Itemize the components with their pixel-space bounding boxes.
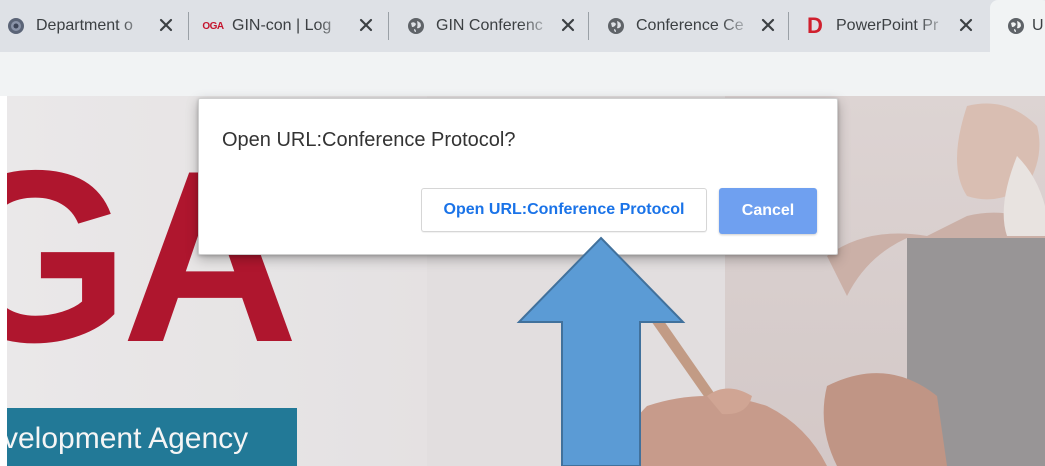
tab-separator [388, 12, 389, 40]
tab-separator [588, 12, 589, 40]
tab-active[interactable]: U [990, 0, 1045, 52]
dialog-message: Open URL:Conference Protocol? [222, 129, 516, 151]
close-tab-icon[interactable] [758, 15, 778, 35]
oga-logo-icon: OGA [202, 20, 224, 32]
tab-title: GIN Conferenc [436, 17, 543, 34]
d-logo-icon: D [807, 13, 823, 38]
department-seal-icon [6, 16, 26, 36]
browser-window: Department o OGA GIN-con | Log GIN Confe… [0, 0, 1045, 466]
up-arrow-icon [516, 236, 686, 466]
open-url-dialog: Open URL:Conference Protocol? Open URL:C… [198, 98, 838, 255]
tab-title: Department o [36, 17, 133, 34]
close-tab-icon[interactable] [156, 15, 176, 35]
close-tab-icon[interactable] [956, 15, 976, 35]
globe-icon [1006, 16, 1026, 36]
tab-conference-center[interactable]: Conference Ce [590, 0, 788, 52]
globe-icon [606, 16, 626, 36]
tab-title: GIN-con | Log [232, 17, 332, 34]
browser-toolbar [0, 52, 1045, 96]
tab-powerpoint[interactable]: D PowerPoint Pr [790, 0, 988, 52]
tab-title: Conference Ce [636, 17, 744, 34]
tab-gin-con[interactable]: OGA GIN-con | Log [190, 0, 386, 52]
close-tab-icon[interactable] [356, 15, 376, 35]
tab-department[interactable]: Department o [0, 0, 186, 52]
tab-title: PowerPoint Pr [836, 17, 939, 34]
tab-strip: Department o OGA GIN-con | Log GIN Confe… [0, 0, 1045, 52]
tab-separator [788, 12, 789, 40]
close-tab-icon[interactable] [558, 15, 578, 35]
globe-icon [406, 16, 426, 36]
tab-gin-conference[interactable]: GIN Conferenc [390, 0, 588, 52]
tab-title: U [1032, 17, 1044, 34]
tab-separator [188, 12, 189, 40]
open-url-button[interactable]: Open URL:Conference Protocol [421, 188, 707, 232]
cancel-button[interactable]: Cancel [719, 188, 817, 234]
